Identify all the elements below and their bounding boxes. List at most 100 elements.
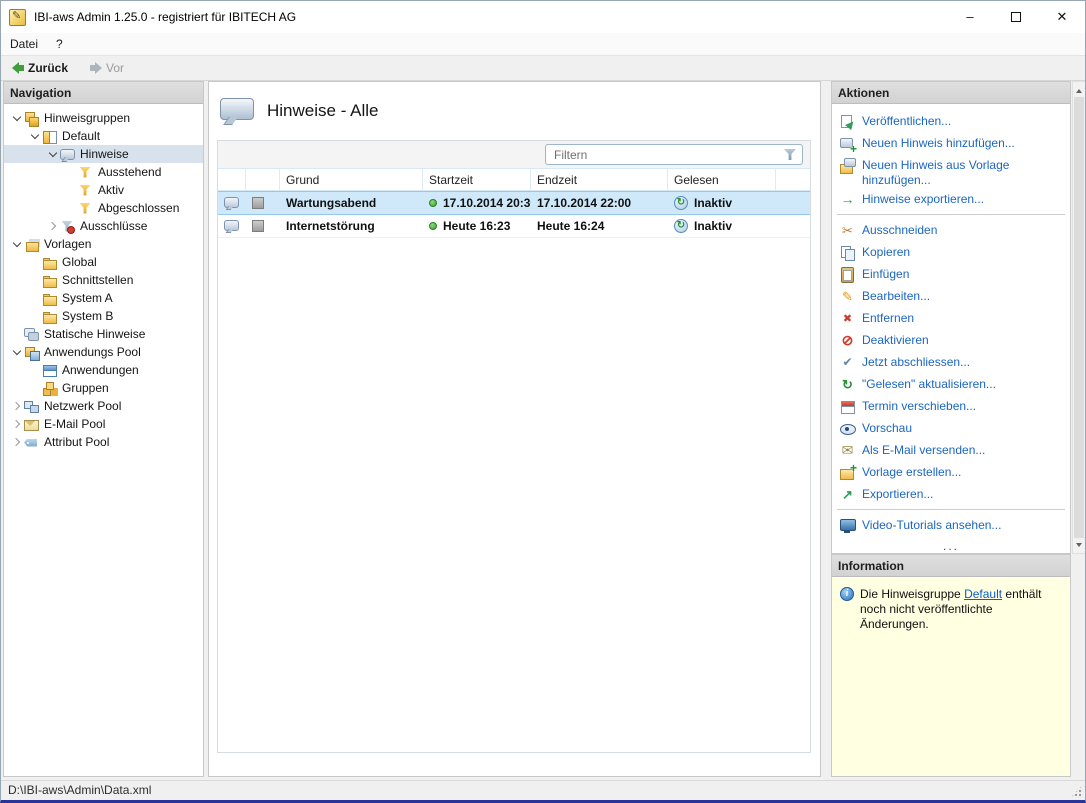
action-label: Veröffentlichen... — [862, 114, 951, 129]
tree-item-anwendungen[interactable]: Anwendungen — [4, 361, 203, 379]
action-deaktivieren[interactable]: Deaktivieren — [832, 329, 1070, 351]
action-exportieren[interactable]: Exportieren... — [832, 483, 1070, 505]
tree-item-anwendungs-pool[interactable]: Anwendungs Pool — [4, 343, 203, 361]
tree-item-system-a[interactable]: System A — [4, 289, 203, 307]
resize-grip[interactable] — [1070, 785, 1083, 798]
chevron-down-icon[interactable] — [10, 345, 24, 359]
chevron-spacer — [64, 201, 78, 215]
tree-item-hinweisgruppen[interactable]: Hinweisgruppen — [4, 109, 203, 127]
action-veroeffentlichen[interactable]: Veröffentlichen... — [832, 110, 1070, 132]
color-swatch-icon — [252, 220, 264, 232]
action-label: Video-Tutorials ansehen... — [862, 518, 1001, 533]
menu-bar: Datei ? — [1, 33, 1085, 56]
tree-item-email-pool[interactable]: E-Mail Pool — [4, 415, 203, 433]
forward-button[interactable]: Vor — [84, 57, 130, 79]
action-als-email-versenden[interactable]: Als E-Mail versenden... — [832, 439, 1070, 461]
scissors-icon — [840, 223, 855, 238]
chevron-down-icon[interactable] — [46, 147, 60, 161]
chevron-down-icon[interactable] — [10, 111, 24, 125]
column-header-grund[interactable]: Grund — [280, 169, 423, 190]
tree-item-attribut-pool[interactable]: Attribut Pool — [4, 433, 203, 451]
action-vorschau[interactable]: Vorschau — [832, 417, 1070, 439]
color-swatch-icon — [252, 197, 264, 209]
eye-icon — [840, 421, 855, 436]
page-title: Hinweise - Alle — [267, 101, 379, 121]
menu-help[interactable]: ? — [47, 33, 72, 56]
tree-item-ausstehend[interactable]: Ausstehend — [4, 163, 203, 181]
tree-item-label: Global — [62, 255, 97, 269]
action-label: Einfügen — [862, 267, 909, 282]
tree-item-statische-hinweise[interactable]: Statische Hinweise — [4, 325, 203, 343]
action-neuen-hinweis-aus-vorlage[interactable]: Neuen Hinweis aus Vorlage hinzufügen... — [832, 154, 1070, 188]
note-icon — [224, 220, 239, 233]
static-notes-icon — [24, 327, 39, 342]
actions-scrollbar[interactable] — [1072, 81, 1086, 554]
action-video-tutorials[interactable]: Video-Tutorials ansehen... — [832, 514, 1070, 536]
action-hinweise-exportieren[interactable]: Hinweise exportieren... — [832, 188, 1070, 210]
maximize-button[interactable] — [993, 1, 1039, 32]
refresh-icon — [840, 377, 855, 392]
chevron-right-icon[interactable] — [10, 417, 24, 431]
menu-datei[interactable]: Datei — [1, 33, 47, 56]
attribute-tag-icon — [24, 435, 39, 450]
navigation-header: Navigation — [4, 82, 203, 104]
column-header-startzeit[interactable]: Startzeit — [423, 169, 531, 190]
action-gelesen-aktualisieren[interactable]: "Gelesen" aktualisieren... — [832, 373, 1070, 395]
close-button[interactable]: ✕ — [1039, 1, 1085, 32]
column-header-state[interactable] — [246, 169, 280, 190]
action-label: Als E-Mail versenden... — [862, 443, 985, 458]
filter-input[interactable] — [545, 144, 803, 165]
chevron-right-icon[interactable] — [10, 399, 24, 413]
action-bearbeiten[interactable]: Bearbeiten... — [832, 285, 1070, 307]
add-note-icon — [840, 136, 855, 151]
active-status-dot — [429, 199, 437, 207]
table-row[interactable]: Internetstörung Heute 16:23 Heute 16:24 … — [218, 215, 810, 238]
chevron-spacer — [28, 255, 42, 269]
tree-item-global[interactable]: Global — [4, 253, 203, 271]
actions-overflow[interactable]: ... — [832, 541, 1070, 551]
table-row[interactable]: Wartungsabend 17.10.2014 20:30 17.10.201… — [218, 191, 810, 215]
action-entfernen[interactable]: Entfernen — [832, 307, 1070, 329]
action-kopieren[interactable]: Kopieren — [832, 241, 1070, 263]
window-controls: – ✕ — [947, 1, 1085, 32]
action-ausschneiden[interactable]: Ausschneiden — [832, 219, 1070, 241]
tree-item-schnittstellen[interactable]: Schnittstellen — [4, 271, 203, 289]
chevron-right-icon[interactable] — [10, 435, 24, 449]
tree-item-system-b[interactable]: System B — [4, 307, 203, 325]
tree-item-label: Aktiv — [98, 183, 124, 197]
tree-item-aktiv[interactable]: Aktiv — [4, 181, 203, 199]
column-header-gelesen[interactable]: Gelesen — [668, 169, 776, 190]
filter-funnel-icon — [78, 165, 93, 180]
action-einfuegen[interactable]: Einfügen — [832, 263, 1070, 285]
tree-item-vorlagen[interactable]: Vorlagen — [4, 235, 203, 253]
back-button[interactable]: Zurück — [6, 57, 74, 79]
action-neuen-hinweis-hinzufuegen[interactable]: Neuen Hinweis hinzufügen... — [832, 132, 1070, 154]
cell-grund: Wartungsabend — [280, 192, 423, 214]
action-label: Exportieren... — [862, 487, 933, 502]
scroll-down-icon — [1076, 543, 1082, 550]
add-from-template-icon — [840, 158, 855, 173]
chevron-down-icon[interactable] — [10, 237, 24, 251]
tree-item-netzwerk-pool[interactable]: Netzwerk Pool — [4, 397, 203, 415]
chevron-right-icon[interactable] — [46, 219, 60, 233]
chevron-down-icon[interactable] — [28, 129, 42, 143]
action-termin-verschieben[interactable]: Termin verschieben... — [832, 395, 1070, 417]
action-jetzt-abschliessen[interactable]: Jetzt abschliessen... — [832, 351, 1070, 373]
tree-item-ausschluesse[interactable]: Ausschlüsse — [4, 217, 203, 235]
tree-item-abgeschlossen[interactable]: Abgeschlossen — [4, 199, 203, 217]
minimize-button[interactable]: – — [947, 1, 993, 32]
action-vorlage-erstellen[interactable]: Vorlage erstellen... — [832, 461, 1070, 483]
default-group-link[interactable]: Default — [964, 587, 1002, 601]
information-text: Die Hinweisgruppe Default enthält noch n… — [860, 587, 1062, 632]
scroll-down-button[interactable] — [1073, 539, 1085, 553]
column-header-type[interactable] — [218, 169, 246, 190]
scrollbar-thumb[interactable] — [1074, 97, 1084, 538]
actions-panel: Aktionen Veröffentlichen... Neuen Hinwei… — [831, 81, 1071, 554]
column-header-endzeit[interactable]: Endzeit — [531, 169, 668, 190]
scroll-up-button[interactable] — [1073, 82, 1085, 96]
cell-gelesen: Inaktiv — [694, 219, 732, 233]
tree-item-gruppen[interactable]: Gruppen — [4, 379, 203, 397]
tree-item-hinweise[interactable]: Hinweise — [4, 145, 203, 163]
tree-item-default[interactable]: Default — [4, 127, 203, 145]
action-label: Entfernen — [862, 311, 914, 326]
